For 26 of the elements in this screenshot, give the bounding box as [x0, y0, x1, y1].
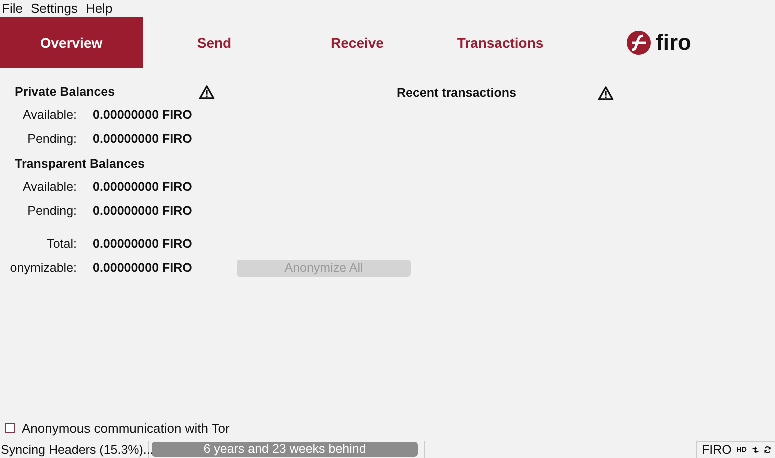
section-title: Private Balances	[15, 85, 116, 99]
balance-value: 0.00000000 FIRO	[93, 132, 192, 146]
balance-value: 0.00000000 FIRO	[93, 180, 192, 194]
progress-text: 6 years and 23 weeks behind	[202, 442, 368, 457]
section-title: Recent transactions	[397, 86, 516, 100]
balance-label: onymizable:	[10, 261, 77, 275]
balance-value: 0.00000000 FIRO	[93, 237, 192, 251]
balance-label: Pending:	[28, 204, 77, 218]
menu-item[interactable]: File	[1, 1, 24, 16]
balance-label: Available:	[23, 180, 77, 194]
nav-tab[interactable]: Transactions	[429, 17, 572, 68]
balance-label: Pending:	[28, 132, 77, 146]
menu-item[interactable]: Help	[84, 1, 114, 16]
balance-label: Available:	[23, 108, 77, 122]
balance-value: 0.00000000 FIRO	[93, 108, 192, 122]
unit-label[interactable]: FIRO	[702, 443, 732, 457]
checkbox-label[interactable]: Anonymous communication with Tor	[22, 420, 230, 436]
menu-item[interactable]: Settings	[30, 1, 79, 16]
balance-value: 0.00000000 FIRO	[93, 204, 192, 218]
section-title: Transparent Balances	[15, 157, 145, 171]
logo-text: firo	[656, 30, 692, 56]
balance-label: Total:	[47, 237, 77, 251]
nav-tab[interactable]: Receive	[286, 17, 429, 68]
nav-tab[interactable]: Overview	[0, 17, 143, 68]
nav-tab[interactable]: Send	[143, 17, 286, 68]
balance-value: 0.00000000 FIRO	[93, 261, 192, 275]
